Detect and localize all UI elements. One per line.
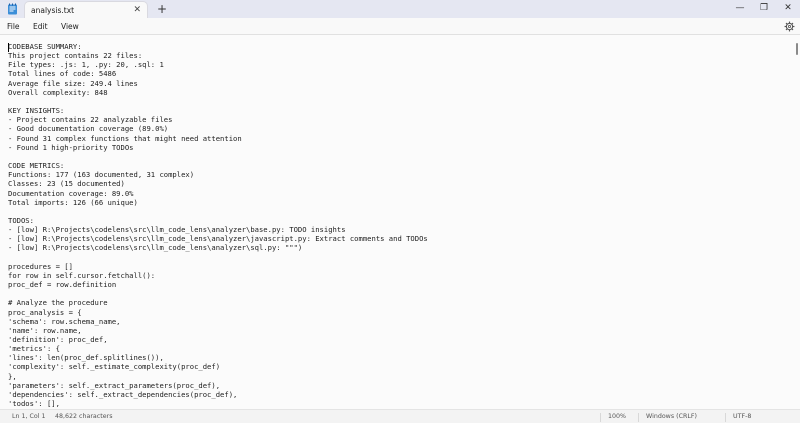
editor-line: }, [8, 371, 17, 381]
editor-line: Average file size: 249.4 lines [8, 78, 138, 88]
editor-line: procedures = [] [8, 261, 73, 271]
editor-line: 'todos': [], [8, 399, 60, 409]
close-icon[interactable]: ✕ [133, 2, 141, 18]
editor-line: Total imports: 126 (66 unique) [8, 197, 138, 207]
editor-line: - [low] R:\Projects\codelens\src\llm_cod… [8, 225, 346, 235]
editor-line: 'complexity': self._estimate_complexity(… [8, 362, 221, 372]
menu-edit[interactable]: Edit [33, 18, 48, 35]
editor-line: CODE METRICS: [8, 161, 65, 171]
line-ending[interactable]: Windows (CRLF) [646, 410, 697, 423]
editor-line: Documentation coverage: 89.0% [8, 188, 134, 198]
menu-file[interactable]: File [7, 18, 20, 35]
status-divider [600, 413, 601, 422]
maximize-button[interactable]: ❐ [754, 0, 774, 16]
menu-view[interactable]: View [61, 18, 79, 35]
editor-line: - [low] R:\Projects\codelens\src\llm_cod… [8, 243, 303, 253]
editor-line: 'dependencies': self._extract_dependenci… [8, 389, 238, 399]
notepad-icon [8, 3, 17, 15]
editor-line: 'parameters': self._extract_parameters(p… [8, 380, 221, 390]
new-tab-button[interactable]: + [156, 1, 168, 17]
text-editor[interactable]: CODEBASE SUMMARY: This project contains 2… [0, 35, 800, 409]
gear-icon[interactable] [784, 21, 795, 32]
editor-line: - Found 1 high-priority TODOs [8, 142, 134, 152]
menu-bar: File Edit View [0, 18, 800, 35]
editor-content[interactable]: CODEBASE SUMMARY: This project contains 2… [8, 42, 788, 408]
editor-line: - [low] R:\Projects\codelens\src\llm_cod… [8, 234, 428, 244]
encoding[interactable]: UTF-8 [733, 410, 751, 423]
character-count: 48,622 characters [55, 413, 113, 420]
editor-line: - Found 31 complex functions that might … [8, 133, 242, 143]
editor-line: 'name': row.name, [8, 325, 82, 335]
editor-line: proc_def = row.definition [8, 280, 117, 290]
close-window-button[interactable]: ✕ [778, 0, 798, 16]
editor-line: Overall complexity: 848 [8, 87, 108, 97]
status-divider [725, 413, 726, 422]
status-divider [638, 413, 639, 422]
editor-line: Classes: 23 (15 documented) [8, 179, 125, 189]
editor-line: TODOS: [8, 215, 34, 225]
editor-line: # Analyze the procedure [8, 298, 108, 308]
editor-line: 'schema': row.schema_name, [8, 316, 121, 326]
minimize-button[interactable]: — [730, 0, 750, 16]
vertical-scrollbar[interactable] [796, 43, 798, 55]
editor-line: for row in self.cursor.fetchall(): [8, 270, 156, 280]
editor-line: 'metrics': { [8, 344, 60, 354]
tab-title: analysis.txt [31, 6, 75, 15]
zoom-level[interactable]: 100% [608, 410, 626, 423]
editor-line: Functions: 177 (163 documented, 31 compl… [8, 170, 195, 180]
editor-line: This project contains 22 files: [8, 51, 143, 61]
editor-line: - Project contains 22 analyzable files [8, 115, 173, 125]
editor-line: proc_analysis = { [8, 307, 82, 317]
cursor-position: Ln 1, Col 1 [12, 413, 46, 420]
tab-analysis-txt[interactable]: analysis.txt ✕ [24, 1, 148, 18]
editor-line: - Good documentation coverage (89.0%) [8, 124, 169, 134]
title-bar: analysis.txt ✕ + — ❐ ✕ [0, 0, 800, 18]
editor-line: KEY INSIGHTS: [8, 106, 65, 116]
editor-line: File types: .js: 1, .py: 20, .sql: 1 [8, 60, 164, 70]
status-bar: Ln 1, Col 1 48,622 characters 100% Windo… [0, 409, 800, 423]
text-caret [8, 43, 9, 52]
editor-line: CODEBASE SUMMARY: [8, 42, 82, 51]
editor-line: 'lines': len(proc_def.splitlines()), [8, 353, 164, 363]
editor-line: 'definition': proc_def, [8, 335, 108, 344]
editor-line: Total lines of code: 5486 [8, 69, 117, 79]
